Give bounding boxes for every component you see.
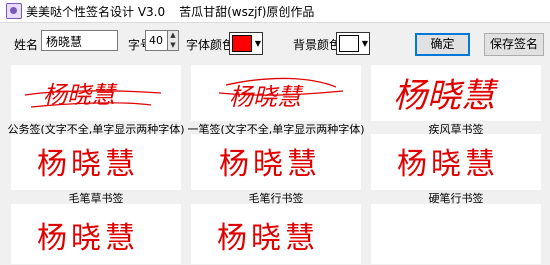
font-color-picker[interactable]: ▼ <box>229 32 263 55</box>
bg-color-picker[interactable]: ▼ <box>336 32 370 55</box>
signature-image: 杨晓慧 <box>217 221 319 256</box>
signature-text: 杨晓慧 <box>393 76 499 116</box>
name-label: 姓名 <box>14 38 39 52</box>
dropdown-arrow-icon: ▼ <box>254 39 261 48</box>
signature-image: 杨晓慧 <box>24 81 162 109</box>
dropdown-arrow-icon: ▼ <box>361 39 368 48</box>
signature-text: 杨晓慧 <box>219 147 321 182</box>
app-title: 美美哒个性签名设计 V3.0 <box>26 5 166 19</box>
title-bar: 美美哒个性签名设计 V3.0 苦瓜甘甜(wszjf)原创作品 <box>0 0 550 23</box>
signature-image: 杨晓慧 <box>393 76 499 116</box>
signature-preview-official[interactable]: 杨晓慧 <box>11 65 181 121</box>
signature-preview[interactable]: 杨晓慧 <box>191 204 361 264</box>
save-signature-button[interactable]: 保存签名 <box>484 33 544 56</box>
signature-text: 杨晓慧 <box>43 81 118 109</box>
signature-preview-brush-cursive[interactable]: 杨晓慧 <box>11 134 181 190</box>
app-icon <box>6 3 22 19</box>
signature-image: 杨晓慧 <box>37 147 139 182</box>
signature-preview[interactable]: 杨晓慧 <box>11 204 181 264</box>
signature-preview[interactable] <box>371 204 541 264</box>
signature-image: 杨晓慧 <box>218 77 344 111</box>
window-title: 美美哒个性签名设计 V3.0 苦瓜甘甜(wszjf)原创作品 <box>26 3 314 20</box>
signature-text: 杨晓慧 <box>37 221 139 256</box>
signature-text: 杨晓慧 <box>37 147 139 182</box>
signature-image: 杨晓慧 <box>397 147 499 182</box>
signature-preview-pen-running[interactable]: 杨晓慧 <box>371 134 541 190</box>
confirm-button[interactable]: 确定 <box>415 33 470 56</box>
signature-text: 杨晓慧 <box>217 221 319 256</box>
author-credit: 苦瓜甘甜(wszjf)原创作品 <box>179 5 315 19</box>
signature-text: 杨晓慧 <box>397 147 499 182</box>
font-color-swatch <box>232 35 252 52</box>
signature-preview-gale-cursive[interactable]: 杨晓慧 <box>371 65 541 121</box>
signature-grid: 杨晓慧 公务签(文字不全,单字显示两种字体) 杨晓慧 一笔签(文字不全,单字显示… <box>0 62 550 265</box>
spin-up-icon[interactable]: ▲ <box>168 31 178 41</box>
signature-preview-one-stroke[interactable]: 杨晓慧 <box>191 65 361 121</box>
spin-down-icon[interactable]: ▼ <box>168 41 178 51</box>
bg-color-label: 背景颜色 <box>293 38 342 52</box>
font-size-stepper[interactable]: ▲ ▼ <box>168 30 179 51</box>
signature-preview-brush-running[interactable]: 杨晓慧 <box>191 134 361 190</box>
toolbar: 姓名 杨晓慧 字号 40 ▲ ▼ 字体颜色 ▼ 背景颜色 ▼ 确定 保存签名 <box>0 22 550 62</box>
signature-image: 杨晓慧 <box>37 221 139 256</box>
bg-color-swatch <box>339 35 359 52</box>
signature-image: 杨晓慧 <box>219 147 321 182</box>
name-input[interactable]: 杨晓慧 <box>41 30 118 51</box>
signature-text: 杨晓慧 <box>229 83 304 111</box>
font-color-label: 字体颜色 <box>186 38 235 52</box>
font-size-input[interactable]: 40 <box>145 30 168 51</box>
